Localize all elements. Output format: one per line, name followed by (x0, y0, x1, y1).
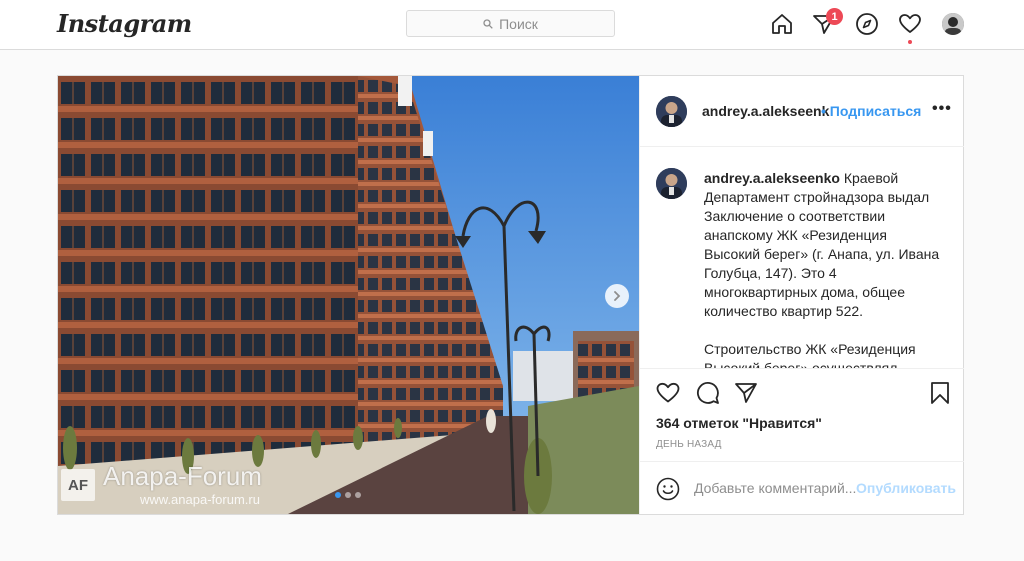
more-options-icon[interactable]: ••• (932, 100, 952, 118)
building-photo (58, 76, 639, 514)
heart-icon[interactable] (898, 12, 922, 36)
notification-dot (908, 40, 912, 44)
watermark-url: www.anapa-forum.ru (140, 492, 260, 507)
share-icon[interactable] (734, 381, 758, 405)
explore-icon[interactable] (855, 12, 879, 36)
chevron-right-icon (614, 291, 621, 301)
caption-scroll[interactable]: andrey.a.alekseenko Краевой Департамент … (640, 148, 964, 368)
author-username[interactable]: andrey.a.alekseenk (702, 103, 829, 119)
emoji-icon[interactable] (656, 477, 680, 501)
comment-input[interactable]: Добавьте комментарий... (694, 480, 856, 496)
carousel-indicator (335, 492, 361, 498)
post-header: andrey.a.alekseenk • Подписаться ••• (640, 76, 964, 147)
bookmark-icon[interactable] (928, 381, 952, 405)
post-sidebar: andrey.a.alekseenk • Подписаться ••• and… (639, 76, 964, 514)
post-photo[interactable]: AF Anapa-Forum www.anapa-forum.ru (58, 76, 639, 514)
likes-count[interactable]: 364 отметок "Нравится" (656, 415, 822, 431)
instagram-logo[interactable]: Instagram (57, 9, 192, 38)
comment-box: Добавьте комментарий... Опубликовать (640, 461, 964, 514)
post-caption: andrey.a.alekseenko Краевой Департамент … (704, 169, 944, 368)
comment-icon[interactable] (696, 381, 720, 405)
caption-text-2: Строительство ЖК «Резиденция Высокий бер… (704, 341, 916, 368)
carousel-dot (335, 492, 341, 498)
watermark-title: Anapa-Forum (103, 461, 262, 491)
post-actions: 364 отметок "Нравится" ДЕНЬ НАЗАД (640, 368, 964, 461)
top-nav: Instagram Поиск 1 (0, 0, 1024, 50)
carousel-next-button[interactable] (605, 284, 629, 308)
activity-badge: 1 (826, 8, 843, 25)
carousel-dot (355, 492, 361, 498)
caption-text: Краевой Департамент стройнадзора выдал З… (704, 170, 940, 319)
home-icon[interactable] (770, 12, 794, 36)
search-input[interactable]: Поиск (406, 10, 615, 37)
publish-button[interactable]: Опубликовать (856, 480, 956, 496)
author-avatar[interactable] (656, 96, 687, 127)
carousel-dot (345, 492, 351, 498)
like-icon[interactable] (656, 381, 680, 405)
watermark-logo: AF (61, 469, 95, 501)
caption-username[interactable]: andrey.a.alekseenko (704, 170, 840, 186)
caption-author-avatar[interactable] (656, 168, 687, 199)
search-icon (483, 18, 493, 29)
profile-avatar[interactable] (942, 13, 964, 35)
follow-button[interactable]: • Подписаться (821, 103, 921, 119)
search-placeholder: Поиск (499, 15, 538, 32)
post-timestamp[interactable]: ДЕНЬ НАЗАД (656, 439, 722, 450)
post-card: AF Anapa-Forum www.anapa-forum.ru andrey… (57, 75, 964, 515)
